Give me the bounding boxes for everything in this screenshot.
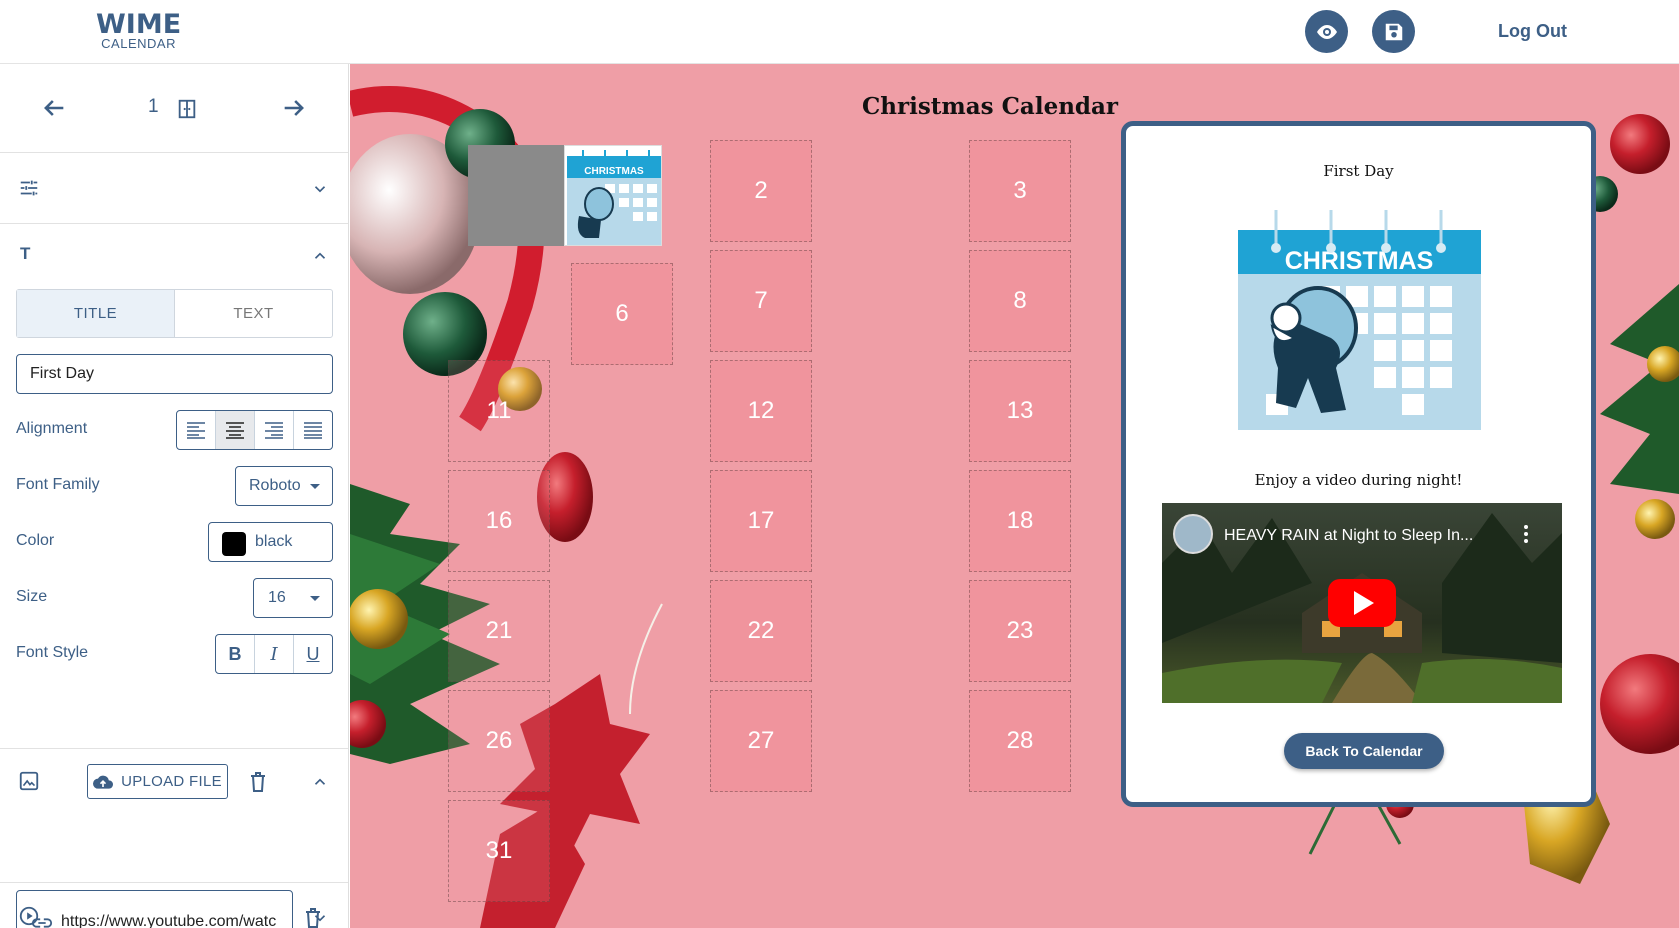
arrow-left-icon[interactable] xyxy=(40,94,68,122)
calendar-day-cell[interactable]: 2 xyxy=(710,140,812,242)
calendar-title: Christmas Calendar xyxy=(861,93,1119,120)
calendar-day-1[interactable]: CHRISTMAS xyxy=(468,145,662,246)
calendar-day-cell[interactable]: 31 xyxy=(448,800,550,902)
align-left-icon xyxy=(187,422,205,439)
app-logo[interactable]: WIME CALENDAR xyxy=(96,11,181,50)
title-input[interactable]: First Day xyxy=(16,354,333,394)
cloud-upload-icon xyxy=(93,775,114,789)
modal-title: First Day xyxy=(1323,162,1394,180)
calendar-day-cell[interactable]: 21 xyxy=(448,580,550,682)
calendar-day-cell[interactable]: 27 xyxy=(710,690,812,792)
color-picker[interactable]: black xyxy=(208,522,333,562)
app-header: WIME CALENDAR Log Out xyxy=(0,0,1679,64)
save-icon xyxy=(1385,23,1402,40)
size-label: Size xyxy=(16,588,48,605)
day-navigation: 1 xyxy=(0,64,348,153)
align-justify-icon xyxy=(304,422,322,439)
image-icon xyxy=(19,771,39,791)
title-text-toggle: TITLE TEXT xyxy=(16,289,333,338)
svg-text:CHRISTMAS: CHRISTMAS xyxy=(584,166,644,177)
font-style-label: Font Style xyxy=(16,644,89,661)
calendar-day-cell[interactable]: 12 xyxy=(710,360,812,462)
modal-image-caption: CHRISTMAS xyxy=(1285,247,1434,275)
align-right-button[interactable] xyxy=(255,411,294,449)
calendar-day-cell[interactable]: 17 xyxy=(710,470,812,572)
calendar-day-cell[interactable]: 28 xyxy=(969,690,1071,792)
sliders-icon xyxy=(20,180,38,196)
calendar-day-cell[interactable]: 6 xyxy=(571,263,673,365)
font-style-group: B I U xyxy=(215,634,333,674)
bold-button[interactable]: B xyxy=(216,635,255,673)
calendar-day-cell[interactable]: 3 xyxy=(969,140,1071,242)
day-number: 1 xyxy=(148,96,159,117)
alignment-group xyxy=(176,410,333,450)
underline-button[interactable]: U xyxy=(294,635,332,673)
font-family-select[interactable]: Roboto xyxy=(235,466,333,506)
chevron-up-icon[interactable] xyxy=(311,773,329,791)
save-button[interactable] xyxy=(1372,10,1415,53)
door-icon xyxy=(178,99,196,119)
chevron-up-icon[interactable] xyxy=(311,247,329,265)
settings-section-header[interactable] xyxy=(0,153,348,224)
color-value: black xyxy=(255,533,293,550)
modal-text: Enjoy a video during night! xyxy=(1254,471,1463,489)
tab-title[interactable]: TITLE xyxy=(17,290,175,337)
editor-sidebar: 1 T TITLE TEXT First Day Alignment Font … xyxy=(0,64,349,928)
calendar-day-cell[interactable]: 16 xyxy=(448,470,550,572)
back-to-calendar-button[interactable]: Back To Calendar xyxy=(1284,733,1444,769)
day-1-christmas-image: CHRISTMAS xyxy=(564,145,662,246)
caret-down-icon xyxy=(310,596,320,601)
calendar-day-cell[interactable]: 11 xyxy=(448,360,550,462)
calendar-canvas: Christmas Calendar CHRISTMAS 2 3 6 7 8 1… xyxy=(350,64,1679,928)
calendar-day-cell[interactable]: 7 xyxy=(710,250,812,352)
size-select[interactable]: 16 xyxy=(253,578,333,618)
caret-down-icon xyxy=(310,484,320,489)
align-right-icon xyxy=(265,422,283,439)
preview-button[interactable] xyxy=(1305,10,1348,53)
calendar-day-cell[interactable]: 22 xyxy=(710,580,812,682)
eye-icon xyxy=(1316,24,1337,39)
font-family-label: Font Family xyxy=(16,476,100,493)
arrow-right-icon[interactable] xyxy=(280,94,308,122)
font-family-value: Roboto xyxy=(249,477,301,494)
upload-file-label: UPLOAD FILE xyxy=(121,773,222,790)
calendar-day-cell[interactable]: 23 xyxy=(969,580,1071,682)
size-value: 16 xyxy=(268,589,286,606)
upload-file-button[interactable]: UPLOAD FILE xyxy=(87,764,228,799)
calendar-day-cell[interactable]: 13 xyxy=(969,360,1071,462)
video-title: HEAVY RAIN at Night to Sleep In... xyxy=(1224,527,1474,544)
video-url-input[interactable]: https://www.youtube.com/watc xyxy=(16,890,293,928)
logo-subtitle: CALENDAR xyxy=(101,36,176,51)
youtube-video-embed[interactable]: HEAVY RAIN at Night to Sleep In... xyxy=(1162,503,1562,703)
align-left-button[interactable] xyxy=(177,411,216,449)
tab-text[interactable]: TEXT xyxy=(175,290,332,337)
calendar-day-cell[interactable]: 18 xyxy=(969,470,1071,572)
color-label: Color xyxy=(16,532,55,549)
alignment-label: Alignment xyxy=(16,420,88,437)
color-swatch xyxy=(222,532,246,556)
calendar-day-cell[interactable]: 26 xyxy=(448,690,550,792)
align-center-icon xyxy=(226,422,244,439)
christmas-calendar-image: CHRISTMAS xyxy=(1238,210,1481,430)
video-url-value: https://www.youtube.com/watc xyxy=(61,913,277,928)
chevron-down-icon xyxy=(314,186,326,193)
day-preview-modal: First Day CHRISTMAS Enjoy a video during… xyxy=(1121,121,1596,807)
delete-image-icon[interactable] xyxy=(248,771,268,793)
day-1-door xyxy=(468,145,564,246)
delete-video-icon[interactable] xyxy=(303,907,323,928)
logout-link[interactable]: Log Out xyxy=(1498,21,1567,42)
logo-title: WIME xyxy=(96,9,182,40)
link-icon xyxy=(31,918,53,928)
text-section-icon: T xyxy=(20,244,31,263)
italic-button[interactable]: I xyxy=(255,635,294,673)
calendar-day-cell[interactable]: 8 xyxy=(969,250,1071,352)
align-center-button[interactable] xyxy=(216,411,255,449)
align-justify-button[interactable] xyxy=(294,411,332,449)
